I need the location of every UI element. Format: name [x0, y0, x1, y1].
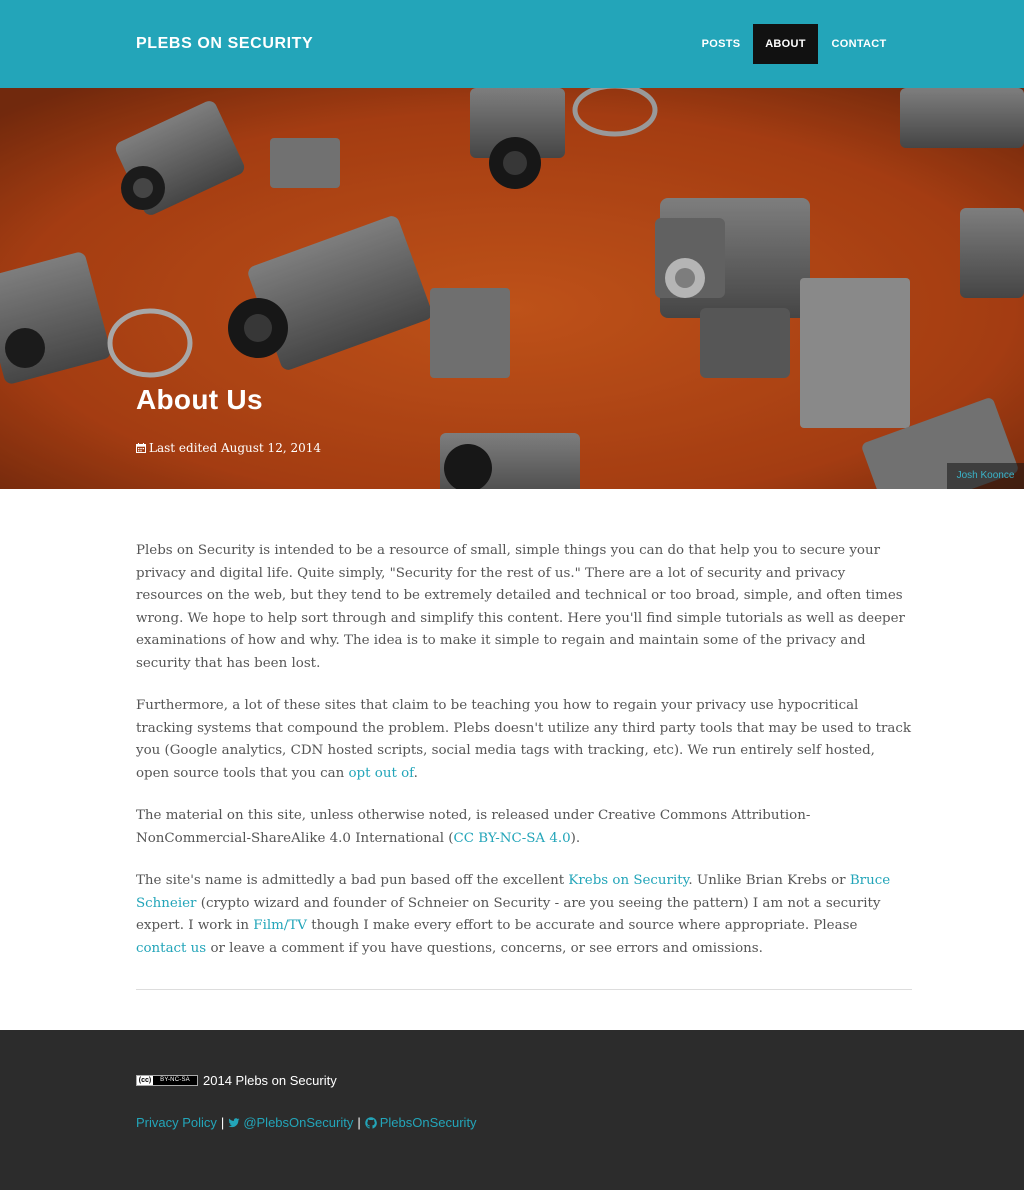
paragraph-text: . Unlike Brian Krebs or [688, 873, 850, 888]
twitter-link[interactable]: @PlebsOnSecurity [228, 1115, 353, 1130]
content-divider [136, 989, 912, 990]
github-icon [364, 1116, 377, 1129]
nav-about[interactable]: ABOUT [753, 24, 818, 64]
footer: (cc) BY-NC-SA 2014 Plebs on Security Pri… [0, 1030, 1024, 1190]
twitter-icon [228, 1117, 240, 1127]
hero-banner: About Us Last edited August 12, 2014 Jos… [0, 88, 1024, 489]
last-edited-text: Last edited August 12, 2014 [149, 441, 321, 455]
footer-copyright: (cc) BY-NC-SA 2014 Plebs on Security [136, 1073, 337, 1088]
paragraph-text: The site's name is admittedly a bad pun … [136, 873, 569, 888]
copyright-text: 2014 Plebs on Security [203, 1073, 337, 1088]
twitter-handle: @PlebsOnSecurity [243, 1115, 354, 1130]
nav-posts[interactable]: POSTS [690, 24, 752, 64]
last-edited: Last edited August 12, 2014 [136, 441, 321, 455]
paragraph-text: or leave a comment if you have questions… [206, 940, 763, 956]
privacy-policy-link[interactable]: Privacy Policy [136, 1115, 217, 1130]
page-title: About Us [136, 384, 263, 415]
paragraph-license: The material on this site, unless otherw… [136, 805, 912, 850]
separator: | [220, 1115, 225, 1130]
paragraph-intro: Plebs on Security is intended to be a re… [136, 543, 905, 671]
cc-license-link[interactable]: CC BY-NC-SA 4.0 [454, 831, 571, 846]
paragraph-text: Furthermore, a lot of these sites that c… [136, 698, 911, 781]
contact-us-link[interactable]: contact us [136, 941, 206, 956]
krebs-link[interactable]: Krebs on Security [568, 873, 688, 888]
paragraph-tracking: Furthermore, a lot of these sites that c… [136, 695, 912, 785]
opt-out-link[interactable]: opt out of [349, 766, 414, 781]
nav-contact[interactable]: CONTACT [819, 24, 899, 64]
github-handle: PlebsOnSecurity [379, 1115, 477, 1130]
photo-credit-link[interactable]: Josh Koonce [947, 463, 1024, 489]
hero-overlay [0, 88, 1024, 489]
cc-logo-text: (cc) [137, 1076, 153, 1085]
article-body: Plebs on Security is intended to be a re… [136, 540, 912, 980]
paragraph-name-origin: The site's name is admittedly a bad pun … [136, 870, 912, 960]
site-brand[interactable]: PLEBS ON SECURITY [136, 35, 313, 53]
cc-license-badge[interactable]: (cc) BY-NC-SA [136, 1075, 198, 1086]
calendar-icon [136, 443, 146, 453]
github-link[interactable]: PlebsOnSecurity [364, 1115, 477, 1130]
separator: | [357, 1115, 361, 1130]
paragraph-text: . [413, 765, 418, 781]
film-tv-link[interactable]: Film/TV [253, 918, 307, 933]
cc-license-text: BY-NC-SA [153, 1076, 197, 1085]
paragraph-text: ). [570, 830, 581, 846]
paragraph-text: though I make every effort to be accurat… [306, 918, 858, 933]
footer-links: Privacy Policy | @PlebsOnSecurity | Pleb… [136, 1115, 477, 1130]
navbar: PLEBS ON SECURITY POSTS ABOUT CONTACT [0, 0, 1024, 88]
